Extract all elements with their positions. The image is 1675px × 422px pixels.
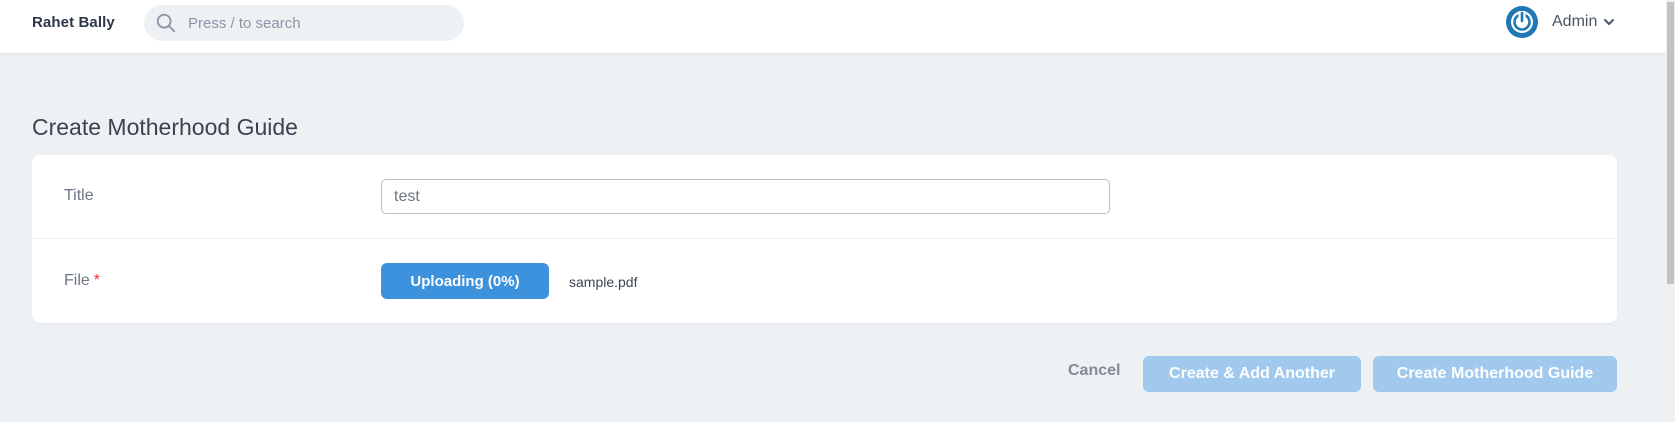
- user-menu-toggle[interactable]: Admin: [1505, 5, 1615, 39]
- app-brand[interactable]: Rahet Bally: [32, 14, 115, 31]
- power-icon: [1506, 6, 1538, 38]
- global-search[interactable]: [144, 5, 464, 41]
- user-name: Admin: [1552, 13, 1598, 30]
- title-input[interactable]: [381, 179, 1110, 214]
- file-label: File *: [64, 272, 100, 290]
- top-navigation-bar: Rahet Bally Admin: [0, 0, 1666, 53]
- form-card: Title File* Uploading (0%) sample.pdf: [32, 155, 1617, 323]
- scrollbar-thumb[interactable]: [1667, 2, 1674, 284]
- file-label-text: File: [64, 272, 90, 289]
- search-icon: [156, 13, 176, 33]
- page-scrollbar[interactable]: [1666, 0, 1675, 422]
- title-label: Title: [64, 187, 94, 204]
- selected-file-name: sample.pdf: [569, 274, 638, 290]
- title-field-row: Title: [32, 155, 1617, 239]
- file-field-row: File * Uploading (0%) sample.pdf: [32, 239, 1617, 323]
- required-indicator: *: [93, 272, 101, 289]
- search-input[interactable]: [188, 5, 448, 41]
- page-title: Create Motherhood Guide: [32, 114, 298, 140]
- create-motherhood-guide-button[interactable]: Create Motherhood Guide: [1373, 356, 1617, 392]
- upload-file-button[interactable]: Uploading (0%): [381, 263, 549, 299]
- chevron-down-icon: [1604, 19, 1615, 25]
- cancel-button[interactable]: Cancel: [1068, 362, 1120, 380]
- create-and-add-another-button[interactable]: Create & Add Another: [1143, 356, 1361, 392]
